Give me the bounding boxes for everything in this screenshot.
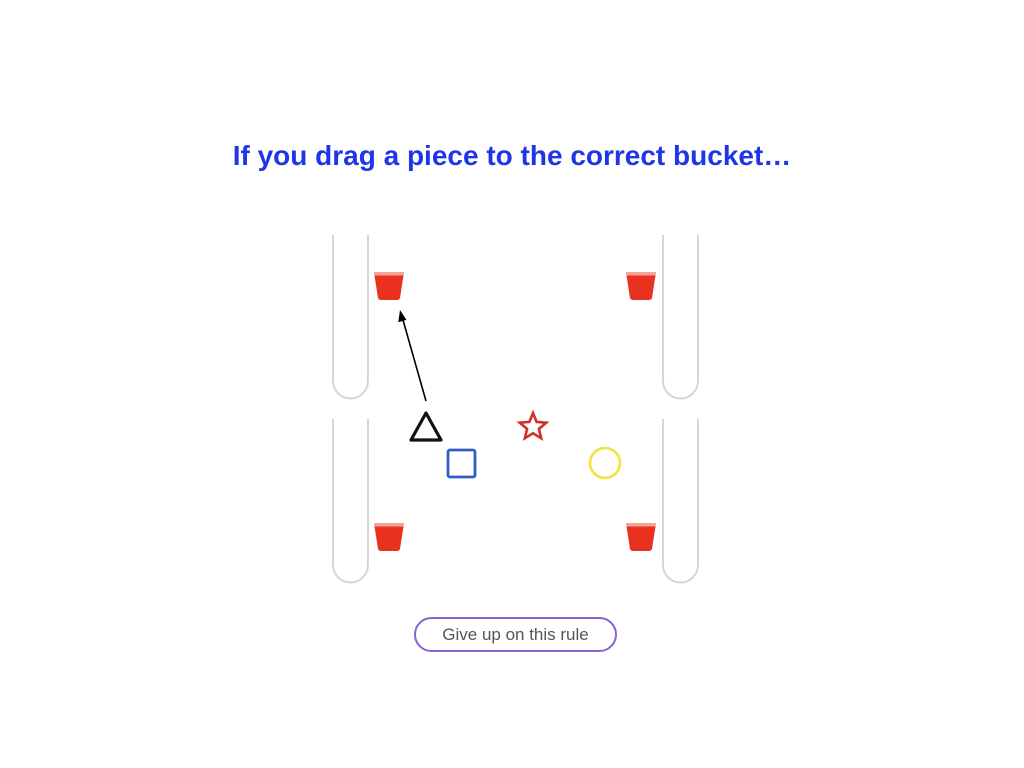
arrow-icon xyxy=(398,310,427,402)
bucket-icon[interactable] xyxy=(626,272,656,300)
triangle-icon[interactable] xyxy=(409,411,443,442)
square-icon[interactable] xyxy=(446,448,477,479)
game-board xyxy=(332,235,699,584)
well-top-right xyxy=(662,235,699,400)
bucket-icon[interactable] xyxy=(626,523,656,551)
well-bottom-left xyxy=(332,419,369,584)
star-icon[interactable] xyxy=(516,409,550,442)
well-top-left xyxy=(332,235,369,400)
well-bottom-right xyxy=(662,419,699,584)
bucket-icon[interactable] xyxy=(374,272,404,300)
bucket-icon[interactable] xyxy=(374,523,404,551)
circle-icon[interactable] xyxy=(588,446,622,480)
give-up-button[interactable]: Give up on this rule xyxy=(414,617,617,652)
